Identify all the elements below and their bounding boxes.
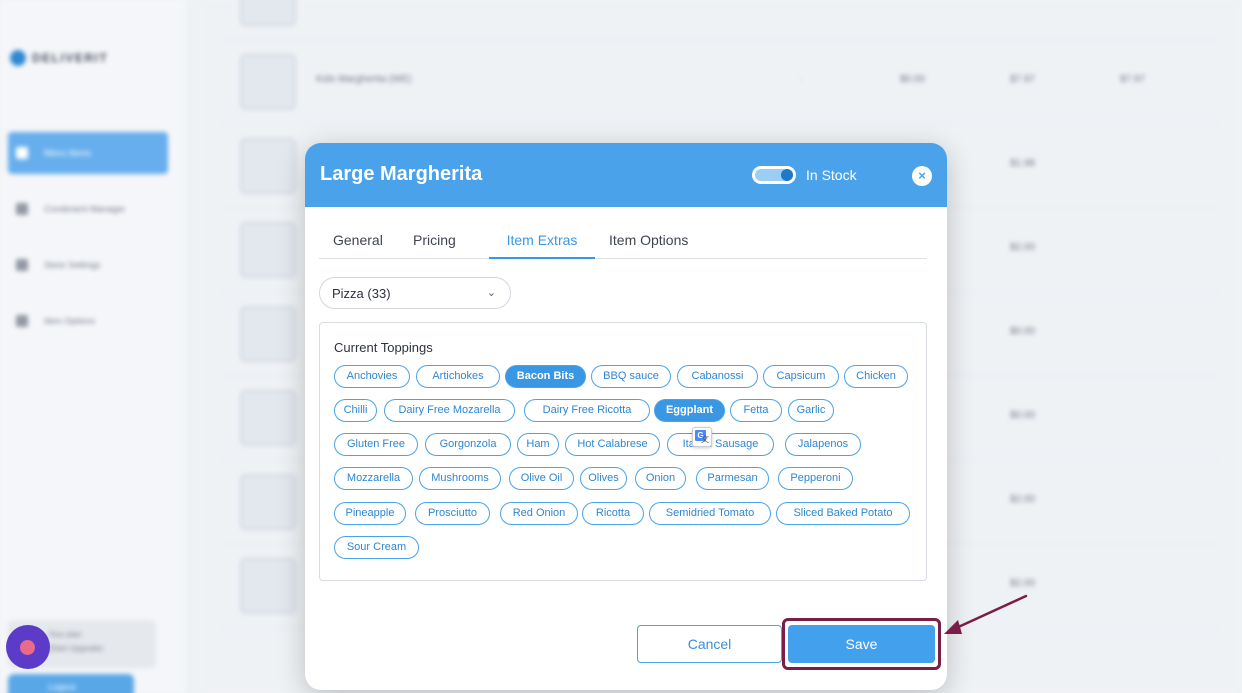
- topping-chip-onion[interactable]: Onion: [635, 467, 686, 490]
- topping-chip-chilli[interactable]: Chilli: [334, 399, 377, 422]
- in-stock-label: In Stock: [806, 167, 857, 183]
- chevron-down-icon: ⌄: [486, 287, 496, 299]
- topping-chip-gluten-free[interactable]: Gluten Free: [334, 433, 418, 456]
- topping-chip-olives[interactable]: Olives: [580, 467, 627, 490]
- category-select-value: Pizza (33): [332, 286, 391, 301]
- topping-chip-garlic[interactable]: Garlic: [788, 399, 834, 422]
- close-icon[interactable]: ×: [912, 166, 932, 186]
- help-bubble-dot: [20, 640, 35, 655]
- topping-chip-eggplant[interactable]: Eggplant: [654, 399, 725, 422]
- translate-icon[interactable]: G 文: [692, 427, 712, 447]
- topping-chip-bbq-sauce[interactable]: BBQ sauce: [591, 365, 671, 388]
- help-bubble[interactable]: [6, 625, 50, 669]
- topping-chip-olive-oil[interactable]: Olive Oil: [509, 467, 574, 490]
- translate-glyph: 文: [701, 435, 709, 444]
- modal-tabs: General Pricing Item Extras Item Options: [319, 232, 927, 259]
- topping-chip-dairy-free-mozarella[interactable]: Dairy Free Mozarella: [384, 399, 515, 422]
- current-toppings-title: Current Toppings: [334, 340, 433, 355]
- topping-chip-anchovies[interactable]: Anchovies: [334, 365, 410, 388]
- topping-chip-chicken[interactable]: Chicken: [844, 365, 908, 388]
- topping-chip-parmesan[interactable]: Parmesan: [696, 467, 769, 490]
- topping-chip-dairy-free-ricotta[interactable]: Dairy Free Ricotta: [524, 399, 650, 422]
- current-toppings-panel: Current Toppings Anchovies Artichokes Baco…: [319, 322, 927, 581]
- pointer-arrow-icon: [944, 594, 1028, 634]
- topping-chip-sour-cream[interactable]: Sour Cream: [334, 536, 419, 559]
- tab-general[interactable]: General: [333, 232, 383, 259]
- category-select[interactable]: Pizza (33) ⌄: [319, 277, 511, 309]
- topping-chip-mozzarella[interactable]: Mozzarella: [334, 467, 413, 490]
- edit-item-modal: Large Margherita In Stock × General Pric…: [305, 143, 947, 690]
- topping-chip-mushrooms[interactable]: Mushrooms: [419, 467, 501, 490]
- topping-chip-semidried-tomato[interactable]: Semidried Tomato: [649, 502, 771, 525]
- topping-chip-cabanossi[interactable]: Cabanossi: [677, 365, 758, 388]
- topping-chip-prosciutto[interactable]: Prosciutto: [415, 502, 490, 525]
- topping-chip-pepperoni[interactable]: Pepperoni: [778, 467, 853, 490]
- topping-chip-ricotta[interactable]: Ricotta: [582, 502, 644, 525]
- tab-pricing[interactable]: Pricing: [413, 232, 456, 259]
- topping-chip-fetta[interactable]: Fetta: [730, 399, 782, 422]
- topping-chip-red-onion[interactable]: Red Onion: [500, 502, 578, 525]
- topping-chip-capsicum[interactable]: Capsicum: [763, 365, 839, 388]
- topping-chip-italian-sausage[interactable]: Italian Sausage: [667, 433, 774, 456]
- topping-chip-hot-calabrese[interactable]: Hot Calabrese: [565, 433, 660, 456]
- topping-chip-bacon-bits[interactable]: Bacon Bits: [505, 365, 586, 388]
- modal-header: Large Margherita In Stock ×: [305, 143, 947, 207]
- topping-chip-artichokes[interactable]: Artichokes: [416, 365, 500, 388]
- topping-chip-ham[interactable]: Ham: [517, 433, 559, 456]
- in-stock-toggle[interactable]: [752, 166, 796, 184]
- tab-item-options[interactable]: Item Options: [609, 232, 688, 259]
- save-highlight-box: [782, 618, 941, 670]
- cancel-button[interactable]: Cancel: [637, 625, 782, 663]
- modal-title: Large Margherita: [320, 163, 483, 185]
- topping-chip-gorgonzola[interactable]: Gorgonzola: [425, 433, 511, 456]
- topping-chip-sliced-baked-potato[interactable]: Sliced Baked Potato: [776, 502, 910, 525]
- topping-chip-jalapenos[interactable]: Jalapenos: [785, 433, 861, 456]
- tab-item-extras[interactable]: Item Extras: [489, 232, 595, 259]
- topping-chip-pineapple[interactable]: Pineapple: [334, 502, 406, 525]
- toggle-knob: [781, 169, 793, 181]
